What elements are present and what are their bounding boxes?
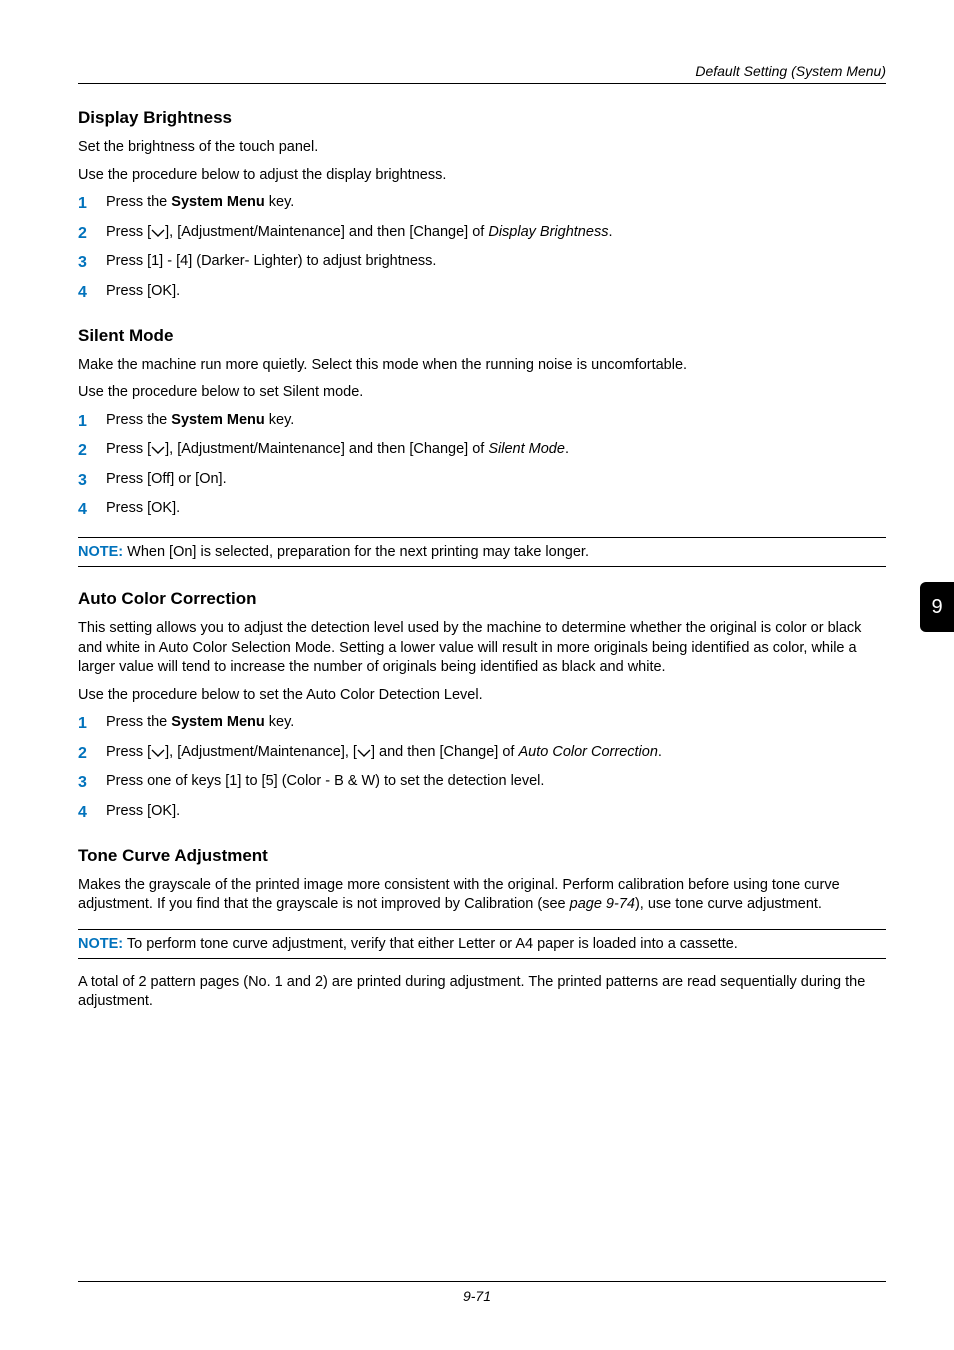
list-item: 1 Press the System Menu key.	[78, 713, 886, 735]
step-number: 4	[78, 282, 106, 304]
step-number: 1	[78, 713, 106, 735]
step-text: Press the System Menu key.	[106, 713, 886, 735]
body-text: Use the procedure below to set the Auto …	[78, 686, 886, 706]
note-block: NOTE: To perform tone curve adjustment, …	[78, 929, 886, 959]
step-text: Press the System Menu key.	[106, 193, 886, 215]
note-label: NOTE:	[78, 936, 123, 952]
list-item: 3 Press one of keys [1] to [5] (Color - …	[78, 772, 886, 794]
step-number: 3	[78, 772, 106, 794]
list-item: 4 Press [OK].	[78, 499, 886, 521]
step-text: Press [OK].	[106, 802, 886, 824]
step-text: Press [OK].	[106, 282, 886, 304]
step-number: 4	[78, 802, 106, 824]
list-item: 2 Press [], [Adjustment/Maintenance] and…	[78, 223, 886, 245]
step-list: 1 Press the System Menu key. 2 Press [],…	[78, 713, 886, 823]
step-list: 1 Press the System Menu key. 2 Press [],…	[78, 411, 886, 521]
step-text: Press [], [Adjustment/Maintenance] and t…	[106, 440, 886, 462]
step-text: Press [Off] or [On].	[106, 470, 886, 492]
step-number: 2	[78, 440, 106, 462]
step-text: Press one of keys [1] to [5] (Color - B …	[106, 772, 886, 794]
note-body: To perform tone curve adjustment, verify…	[123, 936, 738, 952]
section-heading-silent-mode: Silent Mode	[78, 326, 886, 346]
list-item: 4 Press [OK].	[78, 802, 886, 824]
body-text: Set the brightness of the touch panel.	[78, 138, 886, 158]
step-text: Press [], [Adjustment/Maintenance] and t…	[106, 223, 886, 245]
note-block: NOTE: When [On] is selected, preparation…	[78, 537, 886, 567]
step-text: Press [OK].	[106, 499, 886, 521]
chapter-tab: 9	[920, 582, 954, 632]
step-number: 3	[78, 252, 106, 274]
step-number: 2	[78, 223, 106, 245]
list-item: 2 Press [], [Adjustment/Maintenance], []…	[78, 743, 886, 765]
breadcrumb: Default Setting (System Menu)	[78, 63, 886, 83]
body-text: Makes the grayscale of the printed image…	[78, 876, 886, 915]
step-number: 1	[78, 193, 106, 215]
chevron-down-icon	[357, 745, 371, 765]
step-text: Press [], [Adjustment/Maintenance], [] a…	[106, 743, 886, 765]
list-item: 3 Press [Off] or [On].	[78, 470, 886, 492]
section-heading-display-brightness: Display Brightness	[78, 108, 886, 128]
note-label: NOTE:	[78, 544, 123, 560]
body-text: Use the procedure below to adjust the di…	[78, 166, 886, 186]
chevron-down-icon	[151, 442, 165, 462]
list-item: 1 Press the System Menu key.	[78, 193, 886, 215]
step-list: 1 Press the System Menu key. 2 Press [],…	[78, 193, 886, 303]
list-item: 4 Press [OK].	[78, 282, 886, 304]
body-text: A total of 2 pattern pages (No. 1 and 2)…	[78, 973, 886, 1012]
step-text: Press [1] - [4] (Darker- Lighter) to adj…	[106, 252, 886, 274]
page-number: 9-71	[463, 1288, 491, 1304]
body-text: Make the machine run more quietly. Selec…	[78, 356, 886, 376]
section-heading-tone-curve: Tone Curve Adjustment	[78, 846, 886, 866]
body-text: This setting allows you to adjust the de…	[78, 619, 886, 678]
chevron-down-icon	[151, 225, 165, 245]
list-item: 2 Press [], [Adjustment/Maintenance] and…	[78, 440, 886, 462]
chevron-down-icon	[151, 745, 165, 765]
section-heading-auto-color: Auto Color Correction	[78, 589, 886, 609]
chapter-number: 9	[931, 596, 942, 619]
list-item: 1 Press the System Menu key.	[78, 411, 886, 433]
step-number: 3	[78, 470, 106, 492]
step-number: 4	[78, 499, 106, 521]
step-text: Press the System Menu key.	[106, 411, 886, 433]
page-footer: 9-71	[0, 1281, 954, 1304]
note-body: When [On] is selected, preparation for t…	[123, 544, 589, 560]
step-number: 1	[78, 411, 106, 433]
body-text: Use the procedure below to set Silent mo…	[78, 383, 886, 403]
list-item: 3 Press [1] - [4] (Darker- Lighter) to a…	[78, 252, 886, 274]
step-number: 2	[78, 743, 106, 765]
page-header: Default Setting (System Menu)	[78, 63, 886, 84]
